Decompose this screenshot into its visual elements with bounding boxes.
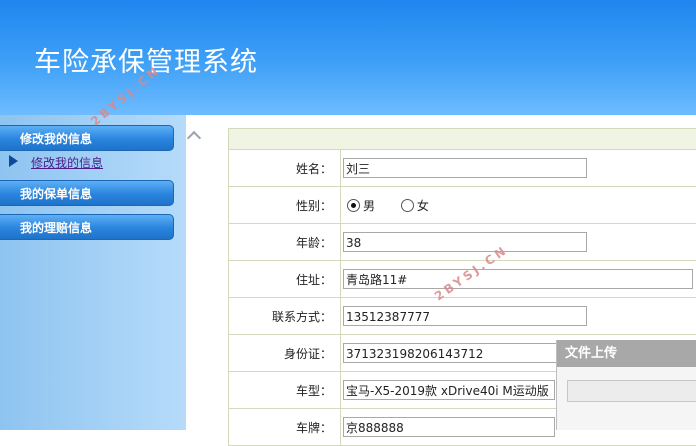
idcard-label: 身份证：	[229, 335, 341, 372]
menu-my-profile[interactable]: 修改我的信息	[0, 125, 174, 151]
car-model-input[interactable]: 宝马-X5-2019款 xDrive40i M运动版	[343, 380, 555, 400]
app-header: 车险承保管理系统	[0, 0, 696, 115]
age-label: 年龄：	[229, 224, 341, 261]
arrow-right-icon	[9, 155, 18, 167]
gender-male-radio[interactable]	[347, 199, 360, 212]
gender-label: 性别：	[229, 187, 341, 224]
plate-label: 车牌：	[229, 409, 341, 446]
menu-my-policy[interactable]: 我的保单信息	[0, 180, 174, 206]
form-row-gender: 性别： 男 女	[229, 187, 696, 224]
menu-sub-item[interactable]: 修改我的信息	[0, 151, 186, 177]
idcard-input[interactable]: 371323198206143712	[343, 343, 587, 363]
gender-female-radio[interactable]	[401, 199, 414, 212]
age-input[interactable]: 38	[343, 232, 587, 252]
upload-title: 文件上传	[557, 340, 696, 367]
form-row-name: 姓名： 刘三	[229, 150, 696, 187]
phone-input[interactable]: 13512387777	[343, 306, 587, 326]
form-row-phone: 联系方式： 13512387777	[229, 298, 696, 335]
menu-my-claims[interactable]: 我的理赔信息	[0, 214, 174, 240]
address-input[interactable]: 青岛路11#	[343, 269, 693, 289]
phone-label: 联系方式：	[229, 298, 341, 335]
plate-input[interactable]: 京888888	[343, 417, 555, 437]
name-input[interactable]: 刘三	[343, 158, 587, 178]
car-model-label: 车型：	[229, 372, 341, 409]
name-label: 姓名：	[229, 150, 341, 187]
chevron-up-icon[interactable]	[187, 131, 201, 145]
menu-sub-link-profile[interactable]: 修改我的信息	[31, 154, 103, 171]
gender-male-label: 男	[363, 199, 375, 213]
gender-female-label: 女	[417, 199, 429, 213]
form-row-age: 年龄： 38	[229, 224, 696, 261]
sidebar-splitter[interactable]	[186, 115, 202, 430]
address-label: 住址：	[229, 261, 341, 298]
upload-input[interactable]	[567, 380, 696, 402]
file-upload-panel: 文件上传	[556, 340, 696, 430]
sidebar: 修改我的信息 修改我的信息 我的保单信息 我的理赔信息	[0, 115, 188, 430]
form-header-row	[229, 129, 696, 150]
